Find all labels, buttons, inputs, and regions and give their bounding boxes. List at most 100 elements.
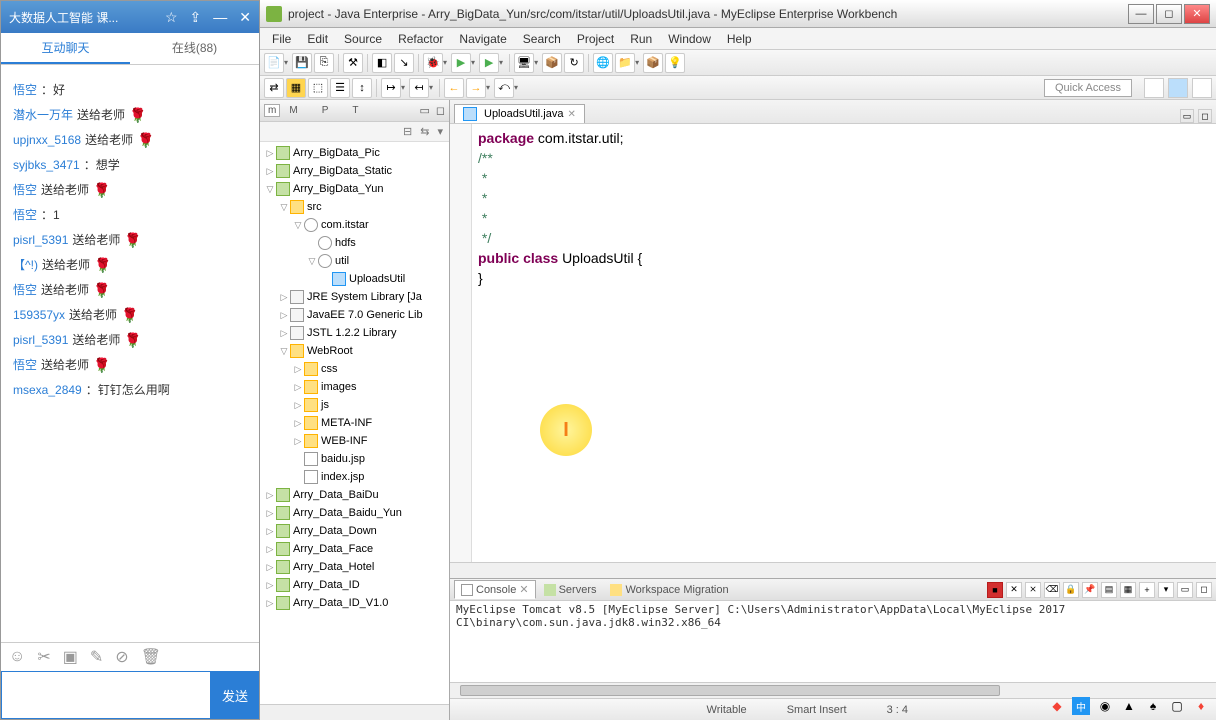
editor-hscrollbar[interactable]: [450, 562, 1216, 578]
tree-node[interactable]: ▷Arry_Data_ID_V1.0: [260, 594, 449, 612]
tree-node[interactable]: ▷images: [260, 378, 449, 396]
tree-expand-icon[interactable]: ▷: [264, 559, 276, 575]
image-icon[interactable]: ▣: [63, 647, 78, 667]
tree-node[interactable]: ▷Arry_Data_Down: [260, 522, 449, 540]
tray-icon[interactable]: ♠: [1144, 697, 1162, 715]
tab-online[interactable]: 在线(88): [130, 33, 259, 64]
deploy-icon[interactable]: 📦: [542, 53, 562, 73]
editor-min-icon[interactable]: ▭: [1180, 109, 1194, 123]
tab-interactive-chat[interactable]: 互动聊天: [1, 33, 130, 64]
mark-icon[interactable]: ⬚: [308, 78, 328, 98]
close-button[interactable]: ✕: [1184, 4, 1210, 24]
explorer-view-tab[interactable]: M: [286, 105, 300, 116]
pin-icon[interactable]: ☆: [165, 9, 178, 26]
minimize-icon[interactable]: —: [213, 9, 227, 26]
tree-node[interactable]: ▷Arry_Data_BaiDu: [260, 486, 449, 504]
display-icon[interactable]: ▤: [1101, 582, 1117, 598]
menu-file[interactable]: File: [264, 30, 299, 48]
tree-expand-icon[interactable]: ▷: [292, 379, 304, 395]
tree-expand-icon[interactable]: ▷: [292, 397, 304, 413]
quick-access-input[interactable]: Quick Access: [1044, 79, 1132, 97]
scrollbar-thumb[interactable]: [460, 685, 1000, 696]
browser-icon[interactable]: 🌐: [593, 53, 613, 73]
explorer-hscrollbar[interactable]: [260, 704, 449, 720]
tree-node[interactable]: ▷JavaEE 7.0 Generic Lib: [260, 306, 449, 324]
tree-node[interactable]: index.jsp: [260, 468, 449, 486]
package-icon[interactable]: 📦: [643, 53, 663, 73]
tree-node[interactable]: ▷Arry_Data_ID: [260, 576, 449, 594]
tree-node[interactable]: ▷Arry_BigData_Pic: [260, 144, 449, 162]
server-icon[interactable]: 🖥: [514, 53, 534, 73]
tree-node[interactable]: ▷JRE System Library [Ja: [260, 288, 449, 306]
perspective-open-icon[interactable]: [1144, 78, 1164, 98]
tree-expand-icon[interactable]: ▷: [264, 541, 276, 557]
run-ext-icon[interactable]: ▶: [479, 53, 499, 73]
remove-icon[interactable]: ✕: [1006, 582, 1022, 598]
close-console-icon[interactable]: ✕: [519, 583, 528, 596]
tree-node[interactable]: hdfs: [260, 234, 449, 252]
tray-ime-icon[interactable]: 中: [1072, 697, 1090, 715]
save-all-icon[interactable]: ⎘: [314, 53, 334, 73]
tree-node[interactable]: ▷Arry_Data_Face: [260, 540, 449, 558]
highlight-icon[interactable]: ▦: [286, 78, 306, 98]
menu-search[interactable]: Search: [515, 30, 569, 48]
chat-titlebar[interactable]: 大数据人工智能 课... ☆ ⇪ — ✕: [1, 1, 259, 33]
last-icon[interactable]: ⤺: [494, 78, 514, 98]
new-console-icon[interactable]: +: [1139, 582, 1155, 598]
menu-refactor[interactable]: Refactor: [390, 30, 451, 48]
tree-expand-icon[interactable]: ▷: [264, 577, 276, 593]
tray-icon[interactable]: ◉: [1096, 697, 1114, 715]
block-icon[interactable]: ⊘: [115, 647, 128, 667]
folder-icon[interactable]: 📁: [615, 53, 635, 73]
menu-navigate[interactable]: Navigate: [451, 30, 514, 48]
emoji-icon[interactable]: ☺: [9, 648, 25, 666]
tree-expand-icon[interactable]: ▷: [264, 505, 276, 521]
tree-expand-icon[interactable]: ▷: [264, 145, 276, 161]
menu-help[interactable]: Help: [719, 30, 760, 48]
view-menu-icon[interactable]: ▾: [437, 125, 443, 138]
tree-expand-icon[interactable]: ▷: [264, 163, 276, 179]
tree-node[interactable]: ▽util: [260, 252, 449, 270]
tree-expand-icon[interactable]: ▷: [264, 487, 276, 503]
tray-icon[interactable]: ▲: [1120, 697, 1138, 715]
debug-icon[interactable]: 🐞: [423, 53, 443, 73]
close-icon[interactable]: ✕: [239, 9, 251, 26]
scissors-icon[interactable]: ✂: [37, 647, 50, 667]
chat-message-list[interactable]: 悟空：好潜水一万年 送给老师🌹upjnxx_5168 送给老师🌹syjbks_3…: [1, 65, 259, 642]
tab-servers[interactable]: Servers: [538, 582, 603, 598]
maximize-button[interactable]: ◻: [1156, 4, 1182, 24]
goto-icon[interactable]: ↘: [394, 53, 414, 73]
tab-console[interactable]: Console ✕: [454, 580, 536, 599]
tree-expand-icon[interactable]: ▽: [278, 199, 290, 215]
perspective-java-icon[interactable]: [1168, 78, 1188, 98]
tree-expand-icon[interactable]: ▽: [278, 343, 290, 359]
project-tree[interactable]: ▷Arry_BigData_Pic▷Arry_BigData_Static▽Ar…: [260, 142, 449, 704]
link-icon[interactable]: ⇄: [264, 78, 284, 98]
tree-expand-icon[interactable]: ▷: [278, 289, 290, 305]
refresh-icon[interactable]: ↻: [564, 53, 584, 73]
tray-icon[interactable]: ♦: [1192, 697, 1210, 715]
close-tab-icon[interactable]: ✕: [567, 109, 575, 120]
tree-node[interactable]: ▽WebRoot: [260, 342, 449, 360]
menu-source[interactable]: Source: [336, 30, 390, 48]
minimize-button[interactable]: —: [1128, 4, 1154, 24]
explorer-view-tab[interactable]: m: [264, 104, 280, 117]
explorer-view-tab[interactable]: T: [349, 105, 361, 116]
editor-max-icon[interactable]: ◻: [1198, 109, 1212, 123]
tree-node[interactable]: ▷js: [260, 396, 449, 414]
explorer-view-tab[interactable]: P: [319, 105, 332, 116]
tree-node[interactable]: ▽src: [260, 198, 449, 216]
tray-icon[interactable]: ◆: [1048, 697, 1066, 715]
menu-edit[interactable]: Edit: [299, 30, 336, 48]
tree-expand-icon[interactable]: ▷: [292, 361, 304, 377]
tree-node[interactable]: ▽com.itstar: [260, 216, 449, 234]
console-output[interactable]: MyEclipse Tomcat v8.5 [MyEclipse Server]…: [450, 601, 1216, 682]
tree-node[interactable]: ▷JSTL 1.2.2 Library: [260, 324, 449, 342]
scroll-lock-icon[interactable]: 🔒: [1063, 582, 1079, 598]
perspective-other-icon[interactable]: [1192, 78, 1212, 98]
indent1-icon[interactable]: ↦: [381, 78, 401, 98]
console-max-icon[interactable]: ◻: [1196, 582, 1212, 598]
send-button[interactable]: 发送: [211, 671, 259, 719]
back-icon[interactable]: ←: [444, 78, 464, 98]
toggle-icon[interactable]: ◧: [372, 53, 392, 73]
